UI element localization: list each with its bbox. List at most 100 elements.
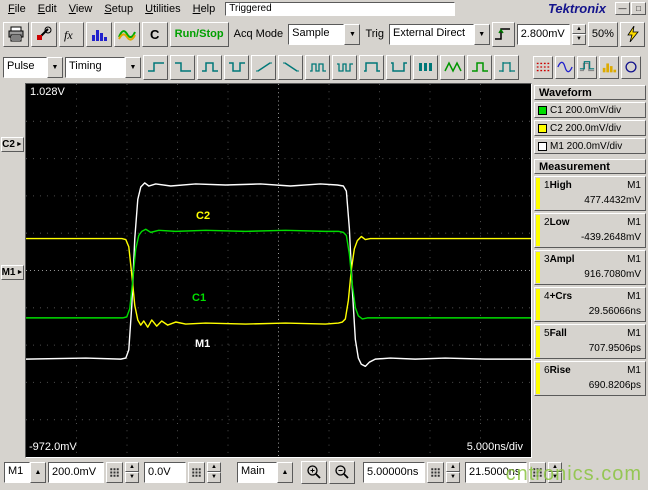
spin-down-icon: ▼ — [211, 474, 217, 481]
menu-setup[interactable]: Setup — [98, 2, 139, 16]
waveform-row-m1[interactable]: M1 200.0mV/div — [534, 138, 646, 154]
meas-source: M1 — [627, 217, 641, 228]
spin-up-button[interactable]: ▲ — [207, 461, 221, 472]
meas-category2-select[interactable]: Timing ▼ — [65, 56, 141, 78]
wide-neg-pulse-icon — [390, 62, 407, 72]
cursor-button[interactable]: C — [141, 21, 168, 47]
spin-down-button[interactable]: ▼ — [572, 34, 586, 45]
spin-up-icon: ▲ — [129, 463, 135, 470]
xy-display-button[interactable] — [621, 55, 641, 79]
trigger-slope-button[interactable] — [491, 21, 515, 47]
chevron-down-icon[interactable]: ▼ — [473, 23, 490, 45]
waveform-database-button[interactable] — [114, 21, 140, 47]
maximize-button[interactable]: □ — [631, 2, 646, 15]
menu-edit[interactable]: Edit — [32, 2, 63, 16]
chevron-down-icon: ▼ — [51, 63, 59, 71]
vertical-offset-field[interactable]: 0.0V — [144, 461, 186, 483]
annotation-strip — [536, 289, 540, 320]
c2-reference-marker[interactable]: C2 ► — [1, 137, 24, 152]
meas-gated-pulse-button[interactable] — [494, 54, 519, 80]
m1-reference-marker[interactable]: M1 ► — [1, 265, 24, 280]
timebase-mode-select[interactable]: Main ▲ — [237, 461, 293, 483]
meas-double-pulse-button[interactable] — [305, 54, 330, 80]
menu-help[interactable]: Help — [187, 2, 222, 16]
spin-down-button[interactable]: ▼ — [125, 472, 139, 483]
display-style-toolbar — [533, 55, 645, 79]
meas-category1-select[interactable]: Pulse ▼ — [3, 56, 63, 78]
zoom-in-button[interactable] — [301, 460, 327, 484]
meas-neg-double-pulse-button[interactable] — [332, 54, 357, 80]
acq-mode-dropdown-button[interactable]: ▼ — [344, 23, 361, 45]
m1-scale-readout: M1 200.0mV/div — [550, 140, 623, 152]
tools-button[interactable] — [30, 21, 57, 47]
menu-utilities[interactable]: Utilities — [139, 2, 186, 16]
spin-up-button[interactable]: ▲ — [446, 461, 460, 472]
measurement-row-low[interactable]: 2Low M1 -439.2648mV — [534, 213, 646, 248]
waveform-row-c2[interactable]: C2 200.0mV/div — [534, 120, 646, 136]
source-select[interactable]: M1 ▲ — [4, 461, 46, 483]
meas-green-pulse-button[interactable] — [467, 54, 492, 80]
waveform-row-c1[interactable]: C1 200.0mV/div — [534, 102, 646, 118]
vertical-scale-keypad-button[interactable] — [106, 461, 123, 483]
meas-value: 29.56066ns — [588, 306, 641, 317]
measurement-row-high[interactable]: 1High M1 477.4432mV — [534, 176, 646, 211]
meas-source: M1 — [627, 328, 641, 339]
acq-mode-label: Acq Mode — [233, 28, 284, 40]
spin-down-button[interactable]: ▼ — [207, 472, 221, 483]
meas-rise-slope-button[interactable] — [251, 54, 276, 80]
meas-fall-slope-button[interactable] — [278, 54, 303, 80]
vertical-scale-field[interactable]: 200.0mV — [48, 461, 104, 483]
measurement-row-fall[interactable]: 5Fall M1 707.9506ps — [534, 324, 646, 359]
trig-source-select[interactable]: External Direct ▼ — [388, 23, 490, 45]
horizontal-scale-field[interactable]: 5.00000ns — [363, 461, 425, 483]
c1-scale-readout: C1 200.0mV/div — [550, 104, 622, 116]
gated-pulse-icon — [498, 62, 515, 72]
meas-fall-step-button[interactable] — [170, 54, 195, 80]
histogram-display-icon — [602, 63, 617, 73]
trigger-status: Triggered — [225, 1, 456, 16]
meas-neg-pulse-button[interactable] — [224, 54, 249, 80]
measurement-row-pcrs[interactable]: 4+Crs M1 29.56066ns — [534, 287, 646, 322]
spin-up-button[interactable]: ▲ — [572, 23, 586, 34]
acq-mode-select[interactable]: Sample ▼ — [288, 23, 361, 45]
horizontal-scale-keypad-button[interactable] — [427, 461, 444, 483]
lightning-icon — [626, 26, 639, 42]
set-50-percent-button[interactable]: 50% — [587, 21, 619, 47]
chevron-down-icon[interactable]: ▼ — [47, 56, 63, 78]
meas-wide-pos-pulse-button[interactable] — [359, 54, 384, 80]
chevron-up-icon[interactable]: ▲ — [277, 461, 293, 483]
xy-display-icon — [625, 61, 637, 73]
trigger-level-field[interactable]: 2.800mV — [516, 23, 571, 45]
histogram-button[interactable] — [86, 21, 113, 47]
measurement-row-rise[interactable]: 6Rise M1 690.8206ps — [534, 361, 646, 396]
spin-down-button[interactable]: ▼ — [446, 472, 460, 483]
meas-pos-pulse-button[interactable] — [197, 54, 222, 80]
dots-style-button[interactable] — [533, 55, 553, 79]
vector-style-button[interactable] — [555, 55, 575, 79]
meas-rise-step-button[interactable] — [143, 54, 168, 80]
autoset-button[interactable] — [620, 21, 645, 47]
persistence-button[interactable] — [577, 55, 597, 79]
measurement-row-ampl[interactable]: 3Ampl M1 916.7080mV — [534, 250, 646, 285]
menu-view[interactable]: View — [63, 2, 99, 16]
minimize-button[interactable]: — — [615, 2, 630, 15]
vertical-offset-keypad-button[interactable] — [188, 461, 205, 483]
print-button[interactable] — [3, 21, 29, 47]
chevron-down-icon[interactable]: ▼ — [125, 56, 141, 78]
meas-wide-neg-pulse-button[interactable] — [386, 54, 411, 80]
chevron-down-icon: ▼ — [478, 30, 486, 38]
run-stop-button[interactable]: Run/Stop — [169, 21, 229, 47]
meas-source: M1 — [627, 180, 641, 191]
meas-triangle-wave-button[interactable] — [440, 54, 465, 80]
persistence-icon — [579, 61, 595, 72]
zoom-out-button[interactable] — [329, 460, 355, 484]
spin-up-button[interactable]: ▲ — [125, 461, 139, 472]
meas-value: 707.9506ps — [588, 343, 641, 354]
math-button[interactable]: fx — [58, 21, 85, 47]
chevron-up-icon[interactable]: ▲ — [30, 461, 46, 483]
menu-file[interactable]: File — [2, 2, 32, 16]
spin-up-icon: ▲ — [450, 463, 456, 470]
zoom-in-icon — [307, 465, 321, 479]
meas-burst-button[interactable] — [413, 54, 438, 80]
histogram-display-button[interactable] — [599, 55, 619, 79]
